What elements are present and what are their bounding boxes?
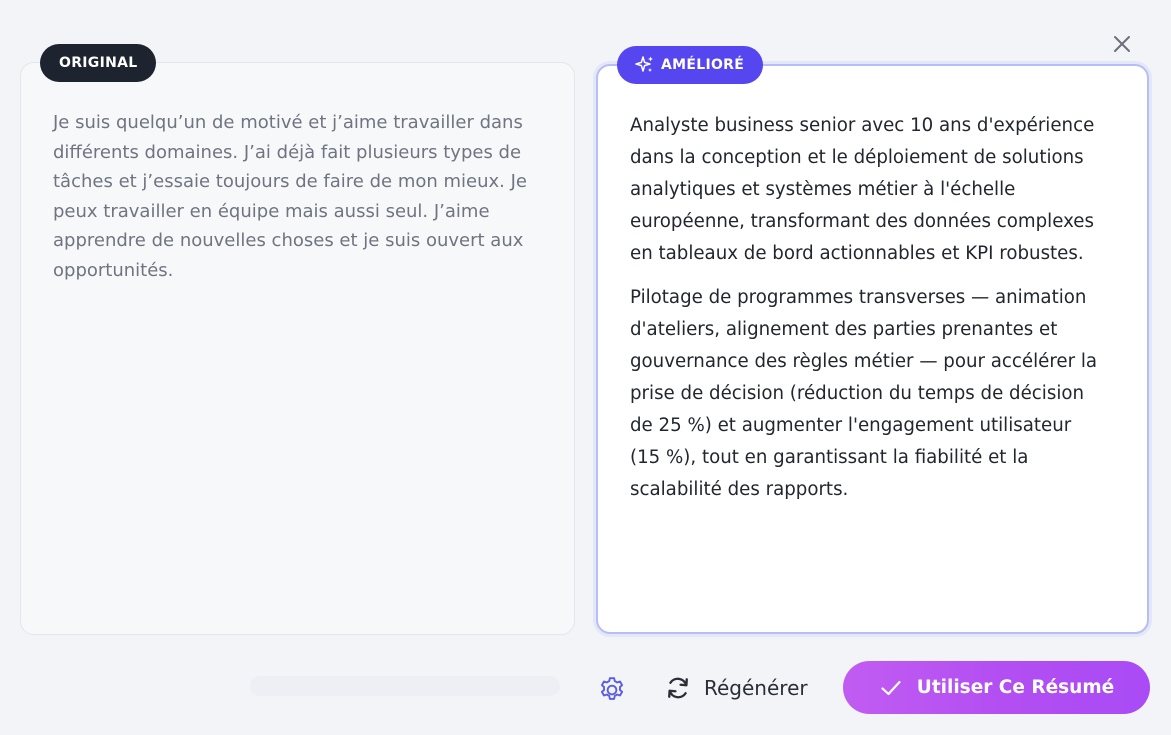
original-badge-label: ORIGINAL xyxy=(59,55,138,71)
regenerate-button[interactable]: Régénérer xyxy=(664,668,808,708)
footer-placeholder xyxy=(250,676,560,696)
improved-badge: AMÉLIORÉ xyxy=(617,46,764,84)
gear-icon xyxy=(600,677,624,700)
settings-button[interactable] xyxy=(595,673,629,707)
sparkles-icon xyxy=(635,56,653,72)
original-summary-text: Je suis quelqu’un de motivé et j’aime tr… xyxy=(53,112,527,281)
close-icon xyxy=(1114,36,1130,52)
use-summary-button[interactable]: Utiliser Ce Résumé xyxy=(843,661,1150,714)
summary-compare-dialog: ORIGINAL Je suis quelqu’un de motivé et … xyxy=(0,0,1171,735)
check-icon xyxy=(881,680,901,695)
original-badge: ORIGINAL xyxy=(40,44,157,82)
improved-paragraph-1: Analyste business senior avec 10 ans d'e… xyxy=(630,115,1095,264)
improved-badge-label: AMÉLIORÉ xyxy=(661,57,745,73)
improved-summary-text: Analyste business senior avec 10 ans d'e… xyxy=(630,110,1100,506)
improved-paragraph-2: Pilotage de programmes transverses — ani… xyxy=(630,287,1098,500)
use-summary-label: Utiliser Ce Résumé xyxy=(916,677,1115,698)
regenerate-label: Régénérer xyxy=(704,676,808,700)
close-button[interactable] xyxy=(1108,30,1136,58)
refresh-icon xyxy=(668,677,688,699)
